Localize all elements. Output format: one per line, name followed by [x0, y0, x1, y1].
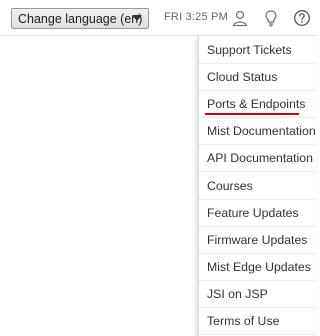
menu-item-mist-edge-updates[interactable]: Mist Edge Updates: [199, 254, 316, 281]
lightbulb-icon[interactable]: [262, 9, 280, 27]
menu-item-label: Courses: [207, 178, 253, 193]
help-dropdown-menu: Support Tickets Cloud Status Ports & End…: [198, 36, 316, 336]
menu-item-ports-endpoints[interactable]: Ports & Endpoints: [199, 91, 316, 119]
top-bar: Change language (en) FRI 3:25 PM: [0, 0, 316, 36]
menu-item-label: Mist Edge Updates: [207, 259, 311, 274]
menu-item-api-documentation[interactable]: API Documentation: [199, 145, 316, 173]
help-icon[interactable]: [293, 9, 311, 27]
menu-item-label: Feature Updates: [207, 205, 299, 220]
menu-item-firmware-updates[interactable]: Firmware Updates: [199, 227, 316, 254]
menu-item-label: JSI on JSP: [207, 286, 268, 301]
menu-item-label: Support Tickets: [207, 43, 292, 58]
menu-item-label: Mist Documentation: [207, 124, 316, 139]
menu-item-feature-updates[interactable]: Feature Updates: [199, 200, 316, 227]
clock: FRI 3:25 PM: [164, 11, 228, 23]
menu-item-label: Ports & Endpoints: [207, 97, 306, 112]
menu-item-courses[interactable]: Courses: [199, 172, 316, 200]
user-icon[interactable]: [231, 9, 249, 27]
menu-item-label: Cloud Status: [207, 70, 278, 85]
chevron-down-icon: [132, 15, 142, 21]
menu-item-cloud-status[interactable]: Cloud Status: [199, 64, 316, 92]
menu-item-label: Terms of Use: [207, 313, 280, 328]
menu-item-label: Firmware Updates: [207, 232, 308, 247]
language-select-value: Change language (en): [18, 11, 143, 26]
menu-item-terms-of-use[interactable]: Terms of Use: [199, 308, 316, 336]
menu-item-support-tickets[interactable]: Support Tickets: [199, 37, 316, 65]
language-select[interactable]: Change language (en): [11, 8, 149, 29]
menu-item-mist-documentation[interactable]: Mist Documentation: [199, 118, 316, 146]
menu-item-jsi-on-jsp[interactable]: JSI on JSP: [199, 281, 316, 308]
menu-item-label: API Documentation: [207, 151, 313, 166]
